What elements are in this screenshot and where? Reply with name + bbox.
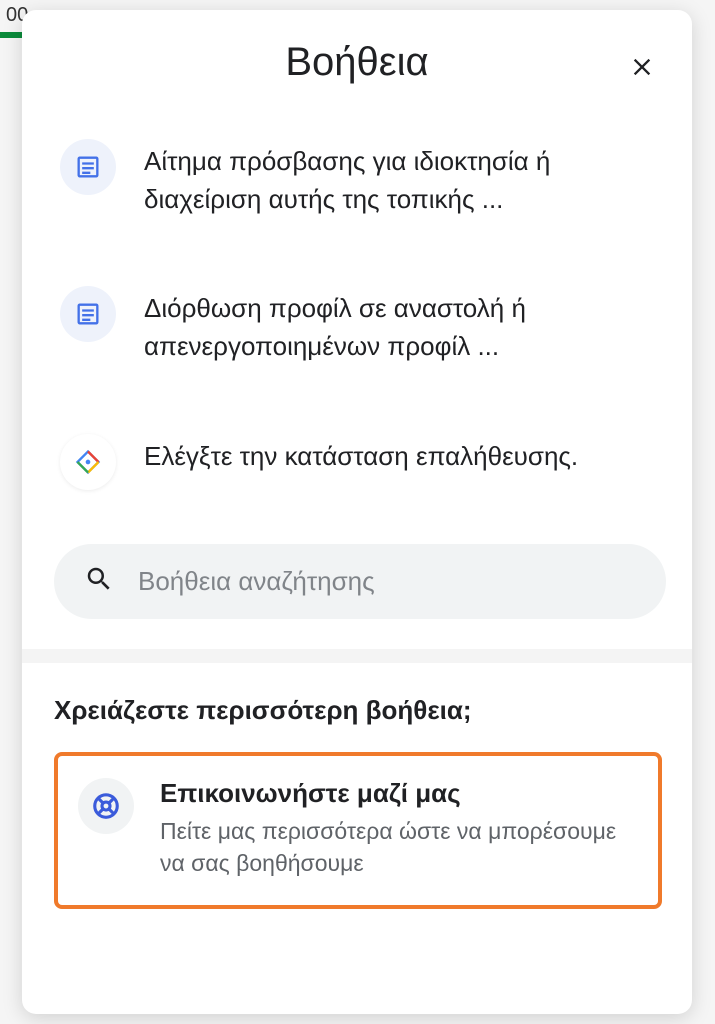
help-item-label: Διόρθωση προφίλ σε αναστολή ή απενεργοπο… [144,286,666,365]
more-help-title: Χρειάζεστε περισσότερη βοήθεια; [54,695,672,726]
contact-subtitle: Πείτε μας περισσότερα ώστε να μπορέσουμε… [160,815,638,879]
help-item-label: Ελέγξτε την κατάσταση επαλήθευσης. [144,434,578,476]
diamond-icon [60,434,116,490]
lifebuoy-icon [78,778,134,834]
help-scroll-area[interactable]: Αίτημα πρόσβασης για ιδιοκτησία ή διαχεί… [22,105,692,1014]
article-icon [60,139,116,195]
search-icon [84,564,114,599]
help-panel: Βοήθεια Αίτημα πρόσβασης για ιδιοκτησία … [22,10,692,1014]
close-icon [628,53,656,84]
help-item-access-request[interactable]: Αίτημα πρόσβασης για ιδιοκτησία ή διαχεί… [54,125,672,246]
panel-header: Βοήθεια [22,10,692,105]
help-item-label: Αίτημα πρόσβασης για ιδιοκτησία ή διαχεί… [144,139,666,218]
close-button[interactable] [620,46,664,90]
contact-title: Επικοινωνήστε μαζί μας [160,778,638,809]
help-item-verification-status[interactable]: Ελέγξτε την κατάσταση επαλήθευσης. [54,420,672,518]
search-input[interactable] [138,566,636,597]
contact-text-block: Επικοινωνήστε μαζί μας Πείτε μας περισσό… [160,778,638,879]
contact-us-item[interactable]: Επικοινωνήστε μαζί μας Πείτε μας περισσό… [54,752,662,909]
section-divider [22,649,692,663]
search-box[interactable] [54,544,666,619]
article-icon [60,286,116,342]
help-item-fix-profile[interactable]: Διόρθωση προφίλ σε αναστολή ή απενεργοπο… [54,272,672,393]
panel-title: Βοήθεια [52,40,662,85]
